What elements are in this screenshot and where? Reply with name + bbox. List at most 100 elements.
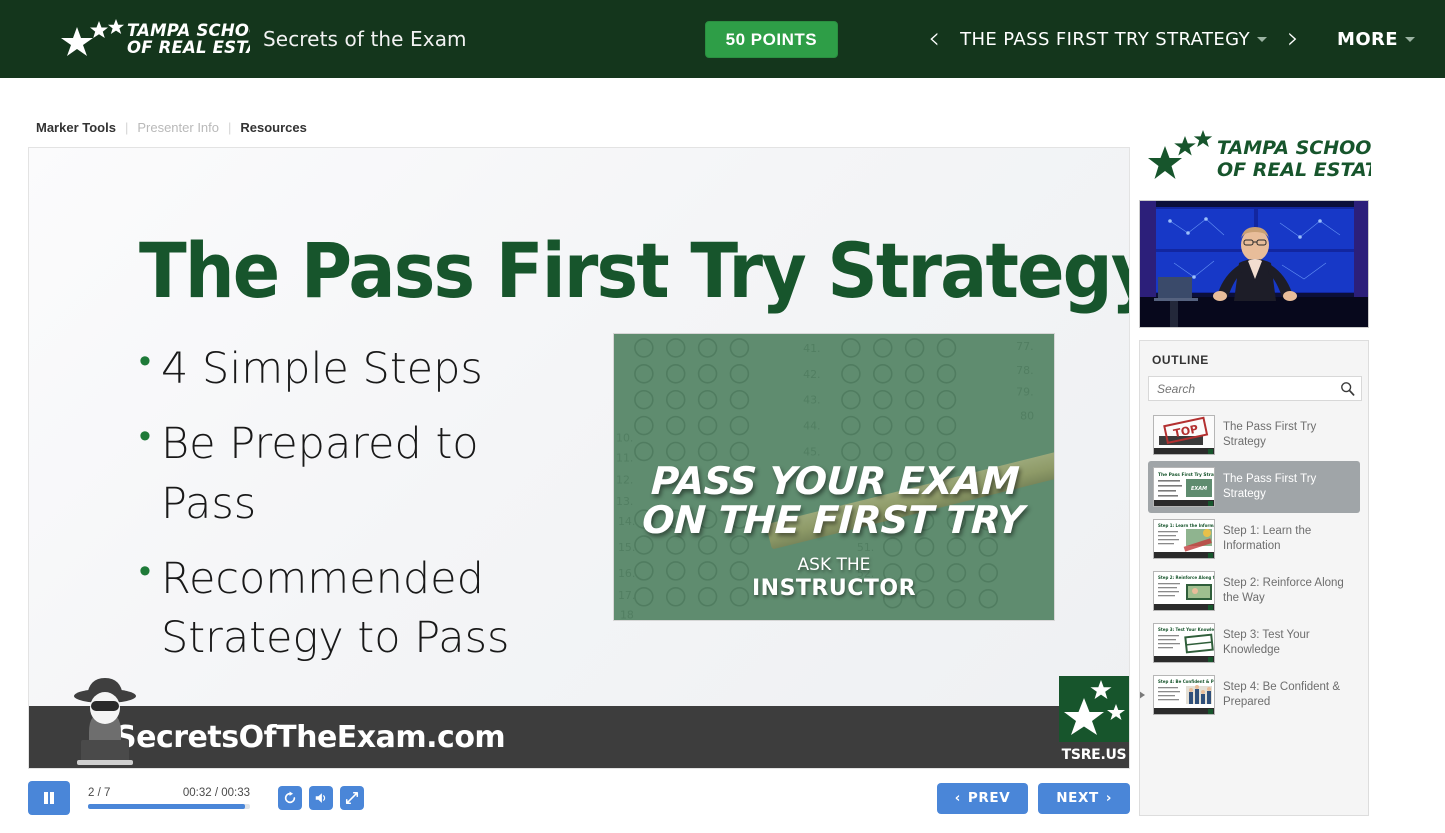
svg-text:OF REAL ESTATE: OF REAL ESTATE [1217, 159, 1371, 181]
svg-text:79.: 79. [1016, 386, 1033, 399]
exam-promo-subtext-line1: ASK THE [797, 555, 871, 575]
prev-slide-label: PREV [967, 790, 1011, 806]
svg-text:42.: 42. [803, 368, 820, 381]
thumbnail-footer [1154, 656, 1214, 662]
progress-fill [88, 804, 246, 809]
outline-item-5[interactable]: Step 4: Be Confident & Prepared Step 4: … [1140, 669, 1360, 721]
exam-promo-headline: PASS YOUR EXAM ON THE FIRST TRY [614, 459, 1054, 542]
sidebar-tampa-school-logo-icon: TAMPA SCHOOL OF REAL ESTATE [1148, 130, 1371, 181]
fullscreen-icon [345, 791, 359, 805]
thumbnail-footer [1154, 500, 1214, 506]
more-menu[interactable]: MORE [1337, 29, 1415, 50]
slide-title: The Pass First Try Strategy [139, 226, 1130, 315]
slide-thumbnail: Step 2: Reinforce Along the Way [1153, 571, 1215, 611]
progress-track[interactable] [88, 804, 250, 809]
app-header: TAMPA SCHOOL OF REAL ESTATE Secrets of t… [0, 0, 1445, 78]
thumbnail-footer [1154, 604, 1214, 610]
brand-block[interactable]: TAMPA SCHOOL OF REAL ESTATE Secrets of t… [55, 19, 467, 59]
tampa-school-logo-icon: TAMPA SCHOOL OF REAL ESTATE [55, 19, 250, 59]
next-slide-label: NEXT [1056, 790, 1099, 806]
svg-text:44.: 44. [803, 420, 820, 433]
outline-item-label: Step 4: Be Confident & Prepared [1223, 680, 1340, 708]
presenter-video-player[interactable] [1139, 200, 1369, 328]
chevron-down-icon [1257, 37, 1268, 42]
play-pause-button[interactable] [28, 781, 70, 815]
current-module-label: THE PASS FIRST TRY STRATEGY [960, 28, 1251, 50]
search-input[interactable] [1149, 377, 1361, 400]
chevron-left-icon: ‹ [954, 790, 961, 806]
svg-text:15.: 15. [618, 541, 635, 554]
slide-thumbnail: Step 4: Be Confident & Prepared [1153, 675, 1215, 715]
replay-button[interactable] [278, 786, 302, 810]
tool-separator: | [124, 120, 129, 135]
current-module-dropdown[interactable]: THE PASS FIRST TRY STRATEGY [960, 28, 1268, 50]
search-icon[interactable] [1340, 381, 1355, 396]
svg-text:80: 80 [1020, 410, 1034, 423]
exam-promo-headline-line1: PASS YOUR EXAM [650, 459, 1021, 503]
chevron-right-icon: › [1105, 790, 1112, 806]
outline-item-0[interactable]: TOP The Pass First Try Strategy [1148, 409, 1360, 461]
prev-module-arrow-icon[interactable]: ‹ [908, 24, 960, 54]
svg-text:51.: 51. [857, 541, 874, 554]
chevron-down-icon [1405, 37, 1415, 42]
exam-promo-image: 41.42.43. 44.45. 50.51.52. 10.11.12. 13.… [613, 333, 1055, 621]
svg-text:The Pass First Try Strategy: The Pass First Try Strategy [1158, 472, 1215, 478]
svg-text:43.: 43. [803, 394, 820, 407]
progress-group[interactable]: 2 / 7 00:32 / 00:33 [88, 787, 250, 809]
expand-arrow-icon[interactable] [1140, 691, 1145, 699]
slide-stage[interactable]: The Pass First Try Strategy 4 Simple Ste… [28, 147, 1130, 769]
fullscreen-button[interactable] [340, 786, 364, 810]
slide-nav-buttons: ‹ PREV NEXT › [936, 782, 1130, 814]
tsre-star-logo-icon [1059, 676, 1129, 742]
progress-meta: 2 / 7 00:32 / 00:33 [88, 787, 250, 799]
next-module-arrow-icon[interactable]: › [1267, 24, 1319, 54]
svg-text:Step 3: Test Your Knowledge: Step 3: Test Your Knowledge [1158, 627, 1215, 632]
outline-item-label: Step 1: Learn the Information [1223, 524, 1312, 552]
presenter-info-link[interactable]: Presenter Info [137, 120, 219, 135]
svg-text:10.: 10. [616, 432, 633, 445]
player-icon-buttons [278, 786, 364, 810]
svg-text:77.: 77. [1016, 340, 1033, 353]
course-title: Secrets of the Exam [263, 27, 467, 51]
svg-text:78.: 78. [1016, 364, 1033, 377]
spy-detective-icon [74, 678, 136, 765]
outline-item-label: The Pass First Try Strategy [1223, 472, 1317, 500]
header-nav: 50 POINTS ‹ THE PASS FIRST TRY STRATEGY … [704, 20, 1415, 58]
points-badge[interactable]: 50 POINTS [704, 20, 839, 58]
outline-item-2[interactable]: Step 1: Learn the Information Step 1: Le… [1148, 513, 1360, 565]
svg-text:EXAM: EXAM [1191, 486, 1207, 492]
svg-text:TAMPA SCHOOL: TAMPA SCHOOL [1217, 137, 1371, 159]
tsre-badge-label: TSRE.US [1061, 747, 1127, 763]
next-slide-button[interactable]: NEXT › [1038, 782, 1130, 814]
svg-text:18: 18 [620, 609, 634, 621]
resources-link[interactable]: Resources [240, 120, 306, 135]
outline-item-label: Step 2: Reinforce Along the Way [1223, 576, 1344, 604]
pause-icon [44, 792, 54, 804]
slide-bullet-list: 4 Simple Steps Be Prepared to Pass Recom… [139, 338, 569, 685]
outline-item-1[interactable]: The Pass First Try Strategy EXAM The Pas… [1148, 461, 1360, 513]
slide-thumbnail: TOP [1153, 415, 1215, 455]
list-item: 4 Simple Steps [139, 338, 569, 399]
exam-promo-subtext: ASK THE INSTRUCTOR [614, 555, 1054, 601]
outline-search[interactable] [1148, 376, 1362, 401]
right-sidebar: TAMPA SCHOOL OF REAL ESTATE [1139, 128, 1371, 816]
list-item: Recommended Strategy to Pass [139, 548, 569, 669]
slide-thumbnail: Step 3: Test Your Knowledge [1153, 623, 1215, 663]
outline-panel-title: OUTLINE [1152, 353, 1209, 367]
time-display: 00:32 / 00:33 [182, 787, 250, 799]
prev-slide-button[interactable]: ‹ PREV [936, 782, 1029, 814]
list-item: Be Prepared to Pass [139, 413, 569, 534]
replay-icon [284, 791, 296, 804]
marker-tools-link[interactable]: Marker Tools [36, 120, 116, 135]
more-label: MORE [1337, 28, 1398, 50]
svg-text:OF REAL ESTATE: OF REAL ESTATE [127, 38, 250, 57]
outline-item-label: The Pass First Try Strategy [1223, 420, 1317, 448]
slide-thumbnail: Step 1: Learn the Information [1153, 519, 1215, 559]
volume-button[interactable] [309, 786, 333, 810]
watermark-bar: SecretsOfTheExam.com TSRE.US [29, 676, 1129, 768]
exam-promo-headline-line2: ON THE FIRST TRY [641, 497, 1025, 542]
svg-text:41.: 41. [803, 342, 820, 355]
exam-promo-subtext-line2: INSTRUCTOR [751, 575, 917, 601]
outline-item-3[interactable]: Step 2: Reinforce Along the Way Step 2: … [1148, 565, 1360, 617]
outline-item-4[interactable]: Step 3: Test Your Knowledge Step 3: Test… [1148, 617, 1360, 669]
